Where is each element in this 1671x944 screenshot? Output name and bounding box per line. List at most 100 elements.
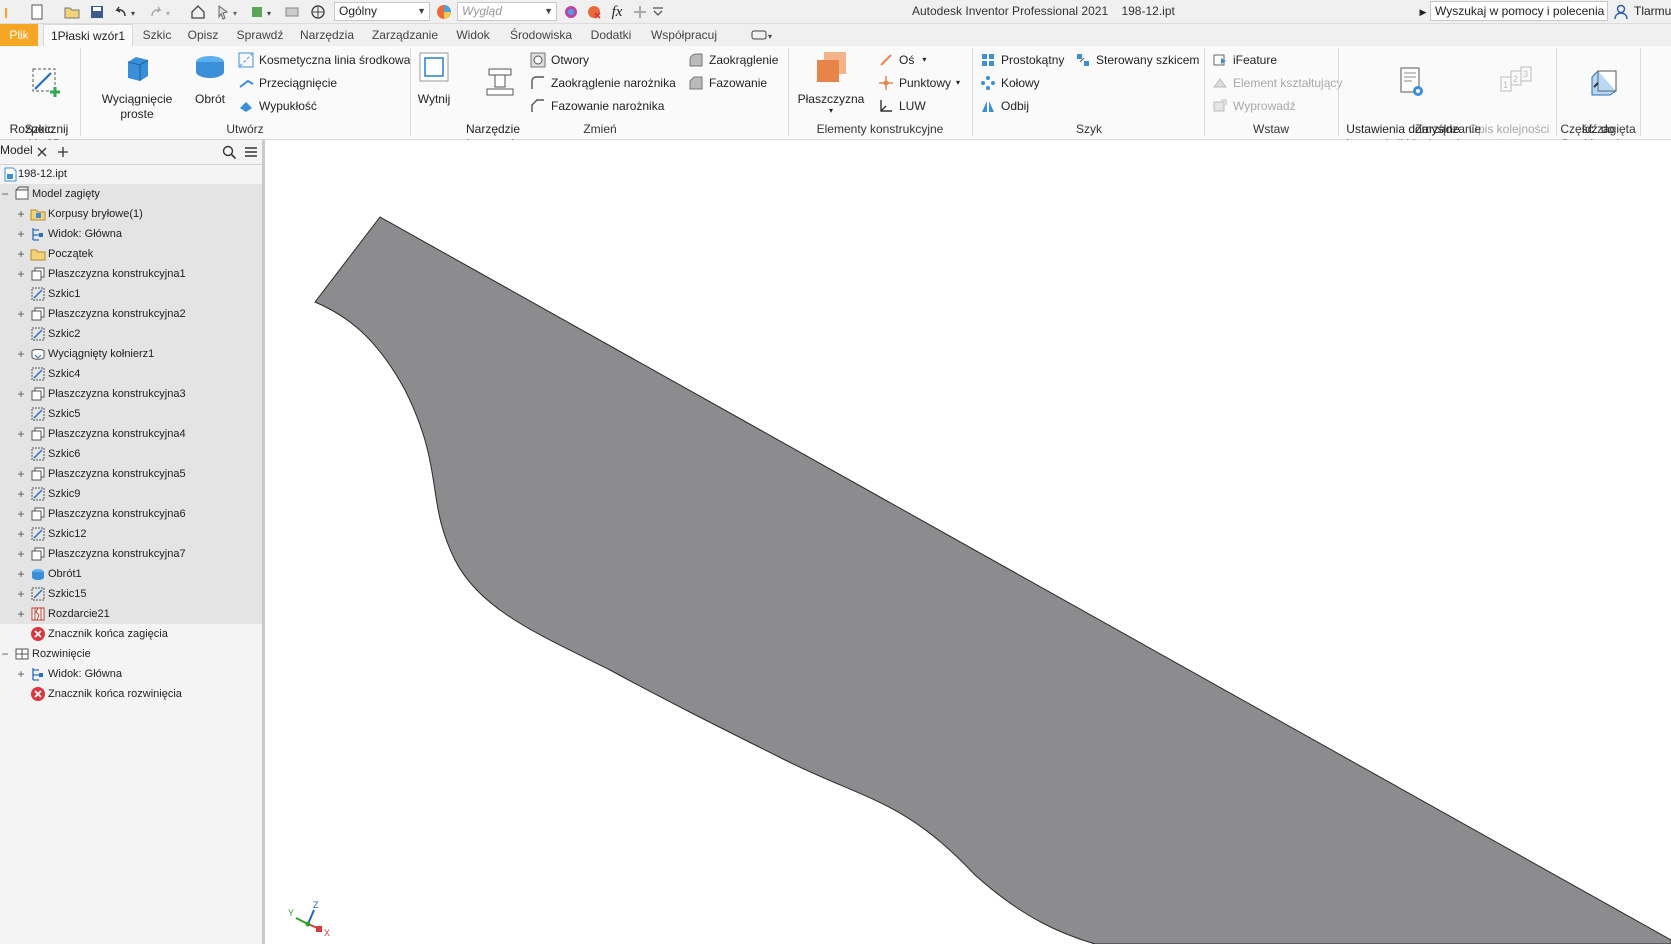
plus-icon[interactable]: [632, 3, 648, 21]
browser-node[interactable]: + Szkic12: [0, 524, 262, 544]
browser-node[interactable]: + Płaszczyzna konstrukcyjna6: [0, 504, 262, 524]
circular-pattern-button[interactable]: Kołowy: [980, 73, 1040, 93]
browser-node[interactable]: + Płaszczyzna konstrukcyjna3: [0, 384, 262, 404]
open-folder-icon[interactable]: [62, 3, 82, 21]
ribbon-display-toggle-icon[interactable]: ▾: [746, 24, 778, 46]
redo-icon[interactable]: ▾: [146, 3, 176, 21]
expand-icon[interactable]: +: [16, 564, 26, 584]
browser-node[interactable]: − Rozwinięcie: [0, 644, 262, 664]
browser-root[interactable]: 198-12.ipt: [0, 164, 262, 184]
mirror-button[interactable]: Odbij: [980, 96, 1029, 116]
customize-dropdown-icon[interactable]: [650, 3, 664, 21]
browser-node[interactable]: + Korpusy bryłowe(1): [0, 204, 262, 224]
expand-icon[interactable]: +: [16, 244, 26, 264]
new-file-icon[interactable]: [26, 3, 48, 21]
expand-icon[interactable]: +: [16, 224, 26, 244]
revolve-button[interactable]: Obrót: [190, 50, 230, 107]
select-icon[interactable]: ▾: [214, 3, 242, 21]
expand-icon[interactable]: +: [16, 204, 26, 224]
browser-node[interactable]: + Płaszczyzna konstrukcyjna4: [0, 424, 262, 444]
emboss-button[interactable]: Wypukłość: [238, 96, 317, 116]
menu-icon[interactable]: [244, 145, 258, 159]
inventor-logo-icon[interactable]: I: [2, 3, 16, 21]
browser-node[interactable]: + Płaszczyzna konstrukcyjna2: [0, 304, 262, 324]
expand-icon[interactable]: +: [16, 604, 26, 624]
browser-node[interactable]: + Płaszczyzna konstrukcyjna7: [0, 544, 262, 564]
tab-sketch[interactable]: Szkic: [140, 24, 174, 46]
tab-file[interactable]: Plik: [0, 24, 38, 46]
ucs-button[interactable]: LUW: [878, 96, 926, 116]
browser-tab-model[interactable]: Model: [0, 143, 33, 157]
help-search-input[interactable]: Wyszukaj w pomocy i polecenia: [1430, 1, 1608, 21]
user-icon[interactable]: [1612, 3, 1630, 21]
work-axis-button[interactable]: Oś ▾: [878, 50, 926, 70]
corner-chamfer-button[interactable]: Fazowanie narożnika: [530, 96, 664, 116]
rectangular-pattern-button[interactable]: Prostokątny: [980, 50, 1064, 70]
browser-node[interactable]: + Wyciągnięty kołnierz1: [0, 344, 262, 364]
work-point-button[interactable]: Punktowy ▾: [878, 73, 960, 93]
tab-environments[interactable]: Środowiska: [507, 24, 575, 46]
home-icon[interactable]: [188, 3, 208, 21]
browser-node[interactable]: + Szkic15: [0, 584, 262, 604]
sketch-driven-pattern-button[interactable]: Sterowany szkicem: [1075, 50, 1199, 70]
browser-node[interactable]: Szkic6: [0, 444, 262, 464]
expand-icon[interactable]: +: [16, 524, 26, 544]
adjust-appearance-icon[interactable]: [561, 3, 581, 21]
expand-icon[interactable]: +: [16, 424, 26, 444]
tab-collaborate[interactable]: Współpracuj: [648, 24, 720, 46]
measure-icon[interactable]: [282, 3, 302, 21]
appearance-color-icon[interactable]: [434, 3, 454, 21]
browser-node[interactable]: Szkic5: [0, 404, 262, 424]
extrude-button[interactable]: Wyciągnięcie proste: [84, 50, 190, 122]
save-icon[interactable]: [87, 3, 107, 21]
expand-icon[interactable]: +: [16, 584, 26, 604]
browser-node[interactable]: + Szkic9: [0, 484, 262, 504]
tab-flat-pattern[interactable]: 1Płaski wzór1: [43, 24, 133, 46]
browser-node[interactable]: + Płaszczyzna konstrukcyjna1: [0, 264, 262, 284]
expand-icon[interactable]: +: [16, 384, 26, 404]
cosmetic-centerline-button[interactable]: Kosmetyczna linia środkowa: [238, 50, 410, 70]
expand-icon[interactable]: +: [16, 504, 26, 524]
fillet-button[interactable]: Zaokrąglenie: [688, 50, 778, 70]
expand-icon[interactable]: +: [16, 544, 26, 564]
graphics-window[interactable]: [265, 140, 1671, 944]
ifeature-button[interactable]: iFeature: [1212, 50, 1277, 70]
style-combo[interactable]: Ogólny ▼: [334, 2, 430, 21]
tab-annotate[interactable]: Opisz: [184, 24, 222, 46]
browser-node[interactable]: + Widok: Główna: [0, 664, 262, 684]
undo-icon[interactable]: ▾: [111, 3, 141, 21]
material-icon[interactable]: [308, 3, 328, 21]
expand-icon[interactable]: +: [16, 464, 26, 484]
clear-appearance-icon[interactable]: [584, 3, 604, 21]
tab-view[interactable]: Widok: [452, 24, 494, 46]
browser-node[interactable]: − Model zagięty: [0, 184, 262, 204]
tab-tools[interactable]: Narzędzia: [297, 24, 357, 46]
browser-node[interactable]: Szkic4: [0, 364, 262, 384]
expand-icon[interactable]: +: [16, 664, 26, 684]
cut-across-bend-button[interactable]: Przeciągnięcie: [238, 73, 337, 93]
user-name[interactable]: Tlarmu: [1634, 4, 1671, 18]
browser-node[interactable]: + Rozdarcie21: [0, 604, 262, 624]
expand-icon[interactable]: +: [16, 264, 26, 284]
expand-arrow-icon[interactable]: ▶: [1418, 3, 1428, 21]
flat-pattern-shape[interactable]: [314, 216, 1671, 944]
close-icon[interactable]: [36, 146, 48, 158]
tab-inspect[interactable]: Sprawdź: [235, 24, 285, 46]
search-icon[interactable]: [222, 145, 236, 159]
cut-button[interactable]: Wytnij: [414, 50, 454, 107]
appearance-combo[interactable]: Wygląd ▼: [457, 2, 557, 21]
holes-button[interactable]: Otwory: [530, 50, 589, 70]
expand-icon[interactable]: +: [16, 344, 26, 364]
collapse-icon[interactable]: −: [0, 184, 10, 204]
chamfer-button[interactable]: Fazowanie: [688, 73, 767, 93]
tab-addins[interactable]: Dodatki: [586, 24, 636, 46]
collapse-icon[interactable]: −: [0, 644, 10, 664]
browser-node[interactable]: Szkic2: [0, 324, 262, 344]
expand-icon[interactable]: +: [16, 484, 26, 504]
corner-round-button[interactable]: Zaokrąglenie narożnika: [530, 73, 676, 93]
tab-manage[interactable]: Zarządzanie: [369, 24, 441, 46]
update-icon[interactable]: ▾: [248, 3, 276, 21]
parameters-fx-icon[interactable]: fx: [607, 3, 627, 21]
browser-node[interactable]: + Początek: [0, 244, 262, 264]
browser-node[interactable]: Znacznik końca zagięcia: [0, 624, 262, 644]
